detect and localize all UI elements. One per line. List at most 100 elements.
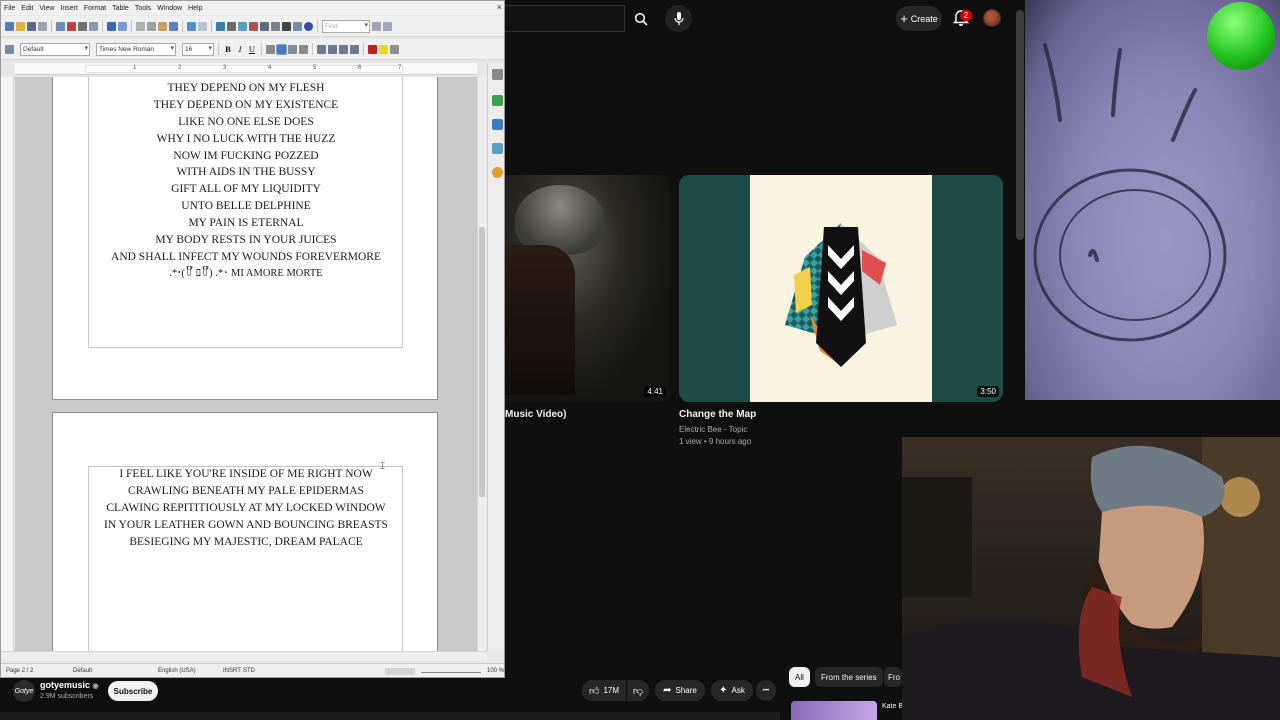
side-video-title[interactable]: Kate B Hill - A bbox=[882, 702, 902, 711]
video-channel-2[interactable]: Electric Bee - Topic bbox=[679, 424, 747, 436]
print-icon[interactable] bbox=[78, 21, 87, 31]
bold-button[interactable]: B bbox=[223, 43, 233, 55]
channel-avatar[interactable]: Gotye bbox=[13, 680, 35, 702]
selection-mode[interactable]: STD bbox=[243, 668, 255, 674]
chart-icon[interactable] bbox=[249, 21, 258, 31]
menu-help[interactable]: Help bbox=[188, 5, 202, 12]
align-center-icon[interactable] bbox=[276, 43, 287, 55]
scrollbar-thumb[interactable] bbox=[479, 227, 485, 497]
autospell-icon[interactable] bbox=[118, 21, 127, 31]
background-color-icon[interactable] bbox=[390, 44, 399, 54]
paste-icon[interactable] bbox=[158, 21, 167, 31]
menu-format[interactable]: Format bbox=[84, 5, 106, 12]
menu-tools[interactable]: Tools bbox=[135, 5, 151, 12]
highlight-color-icon[interactable] bbox=[379, 44, 388, 54]
page-count[interactable]: Page 2 / 2 bbox=[6, 668, 33, 674]
document-canvas[interactable]: THEY DEPEND ON MY FLESH THEY DEPEND ON M… bbox=[15, 77, 477, 651]
paragraph-style-select[interactable]: Default bbox=[20, 42, 90, 56]
chip-all[interactable]: All bbox=[789, 667, 810, 687]
menu-window[interactable]: Window bbox=[157, 5, 182, 12]
navigator-deck-icon[interactable] bbox=[492, 167, 503, 178]
find-replace-icon[interactable] bbox=[271, 21, 280, 31]
styles-deck-icon[interactable] bbox=[492, 119, 503, 130]
page-scrollbar[interactable] bbox=[1016, 10, 1024, 240]
help-icon[interactable] bbox=[304, 21, 313, 31]
share-button[interactable]: ➦ Share bbox=[655, 680, 705, 701]
find-next-icon[interactable] bbox=[383, 21, 392, 31]
page-1-text[interactable]: THEY DEPEND ON MY FLESH THEY DEPEND ON M… bbox=[53, 80, 439, 283]
zoom-slider[interactable] bbox=[421, 672, 481, 673]
horizontal-ruler[interactable]: 1 2 3 4 5 6 7 bbox=[15, 63, 477, 75]
edit-mode-icon[interactable] bbox=[56, 21, 65, 31]
decrease-indent-icon[interactable] bbox=[339, 44, 348, 54]
align-left-icon[interactable] bbox=[266, 44, 275, 54]
save-icon[interactable] bbox=[27, 21, 36, 31]
find-previous-icon[interactable] bbox=[372, 21, 381, 31]
more-actions-button[interactable]: ••• bbox=[756, 680, 776, 701]
email-icon[interactable] bbox=[38, 21, 47, 31]
table-icon[interactable] bbox=[227, 21, 236, 31]
search-button[interactable] bbox=[625, 5, 657, 32]
account-avatar[interactable] bbox=[983, 9, 1001, 27]
dislike-button[interactable]: 👎︎ bbox=[627, 680, 649, 701]
italic-button[interactable]: I bbox=[235, 43, 245, 55]
vertical-ruler[interactable] bbox=[1, 77, 14, 651]
menu-view[interactable]: View bbox=[39, 5, 54, 12]
menu-insert[interactable]: Insert bbox=[60, 5, 78, 12]
like-button[interactable]: 👍︎ 17M bbox=[582, 680, 626, 701]
hyperlink-icon[interactable] bbox=[216, 21, 225, 31]
subscribe-button[interactable]: Subscribe bbox=[108, 681, 158, 701]
justify-icon[interactable] bbox=[299, 44, 308, 54]
page-2[interactable]: I FEEL LIKE YOU'RE INSIDE OF ME RIGHT NO… bbox=[52, 412, 438, 651]
chip-from[interactable]: Fro bbox=[884, 667, 902, 687]
create-button[interactable]: + Create bbox=[896, 6, 942, 31]
align-right-icon[interactable] bbox=[288, 44, 297, 54]
menu-edit[interactable]: Edit bbox=[21, 5, 33, 12]
menu-table[interactable]: Table bbox=[112, 5, 129, 12]
zoom-level[interactable]: 100 % bbox=[487, 668, 504, 674]
font-name-select[interactable]: Times New Roman bbox=[96, 42, 176, 56]
redo-icon[interactable] bbox=[198, 21, 207, 31]
close-window-button[interactable]: × bbox=[497, 2, 502, 12]
video-thumbnail-1[interactable]: 4:41 bbox=[505, 175, 670, 402]
export-pdf-icon[interactable] bbox=[67, 21, 76, 31]
video-thumbnail-2[interactable]: 3:50 bbox=[679, 175, 1003, 402]
channel-name[interactable]: gotyemusic ◉ bbox=[40, 680, 99, 690]
open-folder-icon[interactable] bbox=[16, 21, 25, 31]
video-title-2[interactable]: Change the Map bbox=[679, 409, 756, 420]
voice-search-button[interactable] bbox=[665, 5, 692, 32]
formatting-marks-icon[interactable] bbox=[282, 21, 291, 31]
vertical-scrollbar[interactable] bbox=[477, 77, 486, 651]
menu-file[interactable]: File bbox=[4, 5, 15, 12]
gallery-icon[interactable] bbox=[492, 143, 503, 154]
side-video-thumbnail[interactable] bbox=[791, 701, 877, 720]
search-input[interactable] bbox=[505, 5, 625, 32]
page-1[interactable]: THEY DEPEND ON MY FLESH THEY DEPEND ON M… bbox=[52, 77, 438, 400]
numbering-icon[interactable] bbox=[317, 44, 326, 54]
spellcheck-icon[interactable] bbox=[107, 21, 116, 31]
font-color-icon[interactable] bbox=[368, 44, 377, 54]
navigator-icon[interactable] bbox=[293, 21, 302, 31]
page-2-text[interactable]: I FEEL LIKE YOU'RE INSIDE OF ME RIGHT NO… bbox=[53, 466, 439, 550]
undo-icon[interactable] bbox=[187, 21, 196, 31]
draw-functions-icon[interactable] bbox=[260, 21, 269, 31]
increase-indent-icon[interactable] bbox=[350, 44, 359, 54]
image-icon[interactable] bbox=[238, 21, 247, 31]
video-title-1[interactable]: Music Video) bbox=[505, 409, 567, 420]
cut-icon[interactable] bbox=[136, 21, 145, 31]
new-document-icon[interactable] bbox=[5, 21, 14, 31]
bullets-icon[interactable] bbox=[328, 44, 337, 54]
ask-button[interactable]: ✦ Ask bbox=[711, 680, 753, 701]
view-layout-buttons[interactable] bbox=[385, 668, 415, 675]
insert-mode[interactable]: INSRT bbox=[223, 668, 241, 674]
horizontal-scrollbar[interactable] bbox=[1, 651, 487, 660]
print-preview-icon[interactable] bbox=[89, 21, 98, 31]
sidebar-menu-icon[interactable] bbox=[492, 69, 503, 80]
font-size-select[interactable]: 16 bbox=[182, 42, 214, 56]
chip-from-the-series[interactable]: From the series bbox=[815, 667, 883, 687]
properties-icon[interactable] bbox=[492, 95, 503, 106]
copy-icon[interactable] bbox=[147, 21, 156, 31]
language[interactable]: English (USA) bbox=[158, 668, 196, 674]
page-style[interactable]: Default bbox=[73, 668, 92, 674]
styles-icon[interactable] bbox=[5, 44, 14, 54]
